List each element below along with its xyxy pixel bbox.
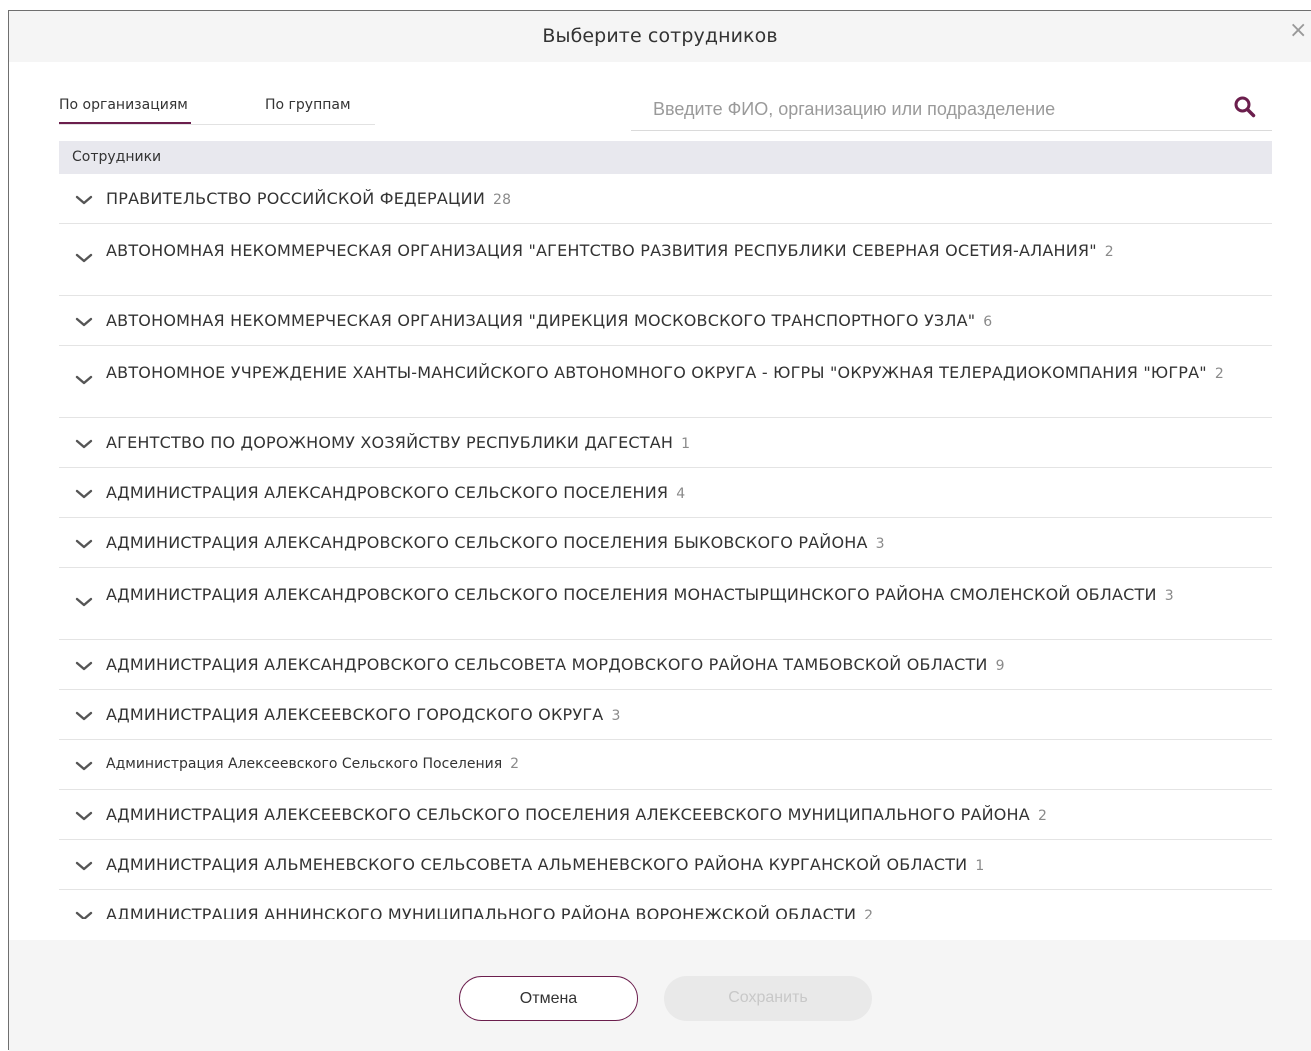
org-list-item[interactable]: АДМИНИСТРАЦИЯ АЛЕКСЕЕВСКОГО СЕЛЬСКОГО ПО… <box>59 790 1272 840</box>
employee-select-dialog: Выберите сотрудников × По организациям П… <box>8 10 1311 1051</box>
chevron-down-icon[interactable] <box>75 253 93 263</box>
org-name: ПРАВИТЕЛЬСТВО РОССИЙСКОЙ ФЕДЕРАЦИИ <box>106 189 486 208</box>
employee-count: 1 <box>975 858 985 874</box>
org-label: АВТОНОМНАЯ НЕКОММЕРЧЕСКАЯ ОРГАНИЗАЦИЯ "А… <box>106 241 1242 262</box>
chevron-down-icon[interactable] <box>75 711 93 721</box>
chevron-down-icon[interactable] <box>75 761 93 771</box>
org-label: ПРАВИТЕЛЬСТВО РОССИЙСКОЙ ФЕДЕРАЦИИ 28 <box>106 189 1242 210</box>
org-label: АВТОНОМНОЕ УЧРЕЖДЕНИЕ ХАНТЫ-МАНСИЙСКОГО … <box>106 363 1242 384</box>
org-name: АДМИНИСТРАЦИЯ АЛЕКСАНДРОВСКОГО СЕЛЬСКОГО… <box>106 533 868 552</box>
chevron-down-icon[interactable] <box>75 489 93 499</box>
chevron-down-icon[interactable] <box>75 861 93 871</box>
organization-list: ПРАВИТЕЛЬСТВО РОССИЙСКОЙ ФЕДЕРАЦИИ 28 АВТ… <box>59 174 1272 919</box>
org-label: АВТОНОМНАЯ НЕКОММЕРЧЕСКАЯ ОРГАНИЗАЦИЯ "Д… <box>106 311 1242 332</box>
tab-by-organizations[interactable]: По организациям <box>59 97 191 124</box>
chevron-down-icon[interactable] <box>75 597 93 607</box>
chevron-down-icon[interactable] <box>75 375 93 385</box>
employee-count: 6 <box>983 314 993 330</box>
org-label: АДМИНИСТРАЦИЯ АЛЕКСАНДРОВСКОГО СЕЛЬСКОГО… <box>106 533 1242 554</box>
org-name: АДМИНИСТРАЦИЯ АЛЕКСЕЕВСКОГО СЕЛЬСКОГО ПО… <box>106 805 1030 824</box>
org-list-item[interactable]: ПРАВИТЕЛЬСТВО РОССИЙСКОЙ ФЕДЕРАЦИИ 28 <box>59 174 1272 224</box>
org-name: АГЕНТСТВО ПО ДОРОЖНОМУ ХОЗЯЙСТВУ РЕСПУБЛ… <box>106 433 674 452</box>
search-box <box>631 89 1272 131</box>
org-name: АДМИНИСТРАЦИЯ АЛЕКСАНДРОВСКОГО СЕЛЬСОВЕТ… <box>106 655 988 674</box>
search-input[interactable] <box>651 95 1215 123</box>
org-list-item[interactable]: АВТОНОМНАЯ НЕКОММЕРЧЕСКАЯ ОРГАНИЗАЦИЯ "Д… <box>59 296 1272 346</box>
employee-count: 2 <box>1037 808 1048 824</box>
org-label: АДМИНИСТРАЦИЯ АЛЬМЕНЕВСКОГО СЕЛЬСОВЕТА А… <box>106 855 1242 876</box>
org-label: АДМИНИСТРАЦИЯ АННИНСКОГО МУНИЦИПАЛЬНОГО … <box>106 905 1242 919</box>
org-label: АДМИНИСТРАЦИЯ АЛЕКСАНДРОВСКОГО СЕЛЬСОВЕТ… <box>106 655 1242 676</box>
org-list-item[interactable]: АДМИНИСТРАЦИЯ АЛЬМЕНЕВСКОГО СЕЛЬСОВЕТА А… <box>59 840 1272 890</box>
chevron-down-icon[interactable] <box>75 195 93 205</box>
org-list-item[interactable]: АГЕНТСТВО ПО ДОРОЖНОМУ ХОЗЯЙСТВУ РЕСПУБЛ… <box>59 418 1272 468</box>
search-icon[interactable] <box>1232 94 1258 120</box>
chevron-down-icon[interactable] <box>75 439 93 449</box>
org-label: Администрация Алексеевского Сельского По… <box>106 755 1242 774</box>
employee-count: 3 <box>611 708 621 724</box>
dialog-footer: Отмена Сохранить <box>9 940 1311 1051</box>
org-name: АВТОНОМНОЕ УЧРЕЖДЕНИЕ ХАНТЫ-МАНСИЙСКОГО … <box>106 363 1207 382</box>
org-label: АДМИНИСТРАЦИЯ АЛЕКСЕЕВСКОГО ГОРОДСКОГО О… <box>106 705 1242 726</box>
org-list-item[interactable]: АДМИНИСТРАЦИЯ АЛЕКСАНДРОВСКОГО СЕЛЬСОВЕТ… <box>59 640 1272 690</box>
org-name: АДМИНИСТРАЦИЯ АЛЕКСЕЕВСКОГО ГОРОДСКОГО О… <box>106 705 604 724</box>
close-icon[interactable]: × <box>1289 20 1307 42</box>
org-label: АДМИНИСТРАЦИЯ АЛЕКСАНДРОВСКОГО СЕЛЬСКОГО… <box>106 585 1242 606</box>
employee-count: 3 <box>875 536 885 552</box>
save-button[interactable]: Сохранить <box>664 976 872 1021</box>
tab-by-groups[interactable]: По группам <box>265 97 351 113</box>
org-list-item[interactable]: АДМИНИСТРАЦИЯ АЛЕКСЕЕВСКОГО ГОРОДСКОГО О… <box>59 690 1272 740</box>
chevron-down-icon[interactable] <box>75 539 93 549</box>
cancel-button[interactable]: Отмена <box>459 976 638 1021</box>
dialog-header: Выберите сотрудников × <box>9 11 1311 62</box>
chevron-down-icon[interactable] <box>75 811 93 821</box>
org-name: АДМИНИСТРАЦИЯ АЛЬМЕНЕВСКОГО СЕЛЬСОВЕТА А… <box>106 855 968 874</box>
tab-bar: По организациям По группам <box>59 91 375 125</box>
employee-count: 1 <box>681 436 691 452</box>
employee-count: 2 <box>864 908 874 919</box>
org-list-item[interactable]: АДМИНИСТРАЦИЯ АЛЕКСАНДРОВСКОГО СЕЛЬСКОГО… <box>59 518 1272 568</box>
org-name: АВТОНОМНАЯ НЕКОММЕРЧЕСКАЯ ОРГАНИЗАЦИЯ "Д… <box>106 311 976 330</box>
org-list-item[interactable]: АВТОНОМНОЕ УЧРЕЖДЕНИЕ ХАНТЫ-МАНСИЙСКОГО … <box>59 346 1272 418</box>
org-name: АДМИНИСТРАЦИЯ АННИНСКОГО МУНИЦИПАЛЬНОГО … <box>106 905 857 919</box>
org-label: АДМИНИСТРАЦИЯ АЛЕКСЕЕВСКОГО СЕЛЬСКОГО ПО… <box>106 805 1242 826</box>
employee-count: 2 <box>1214 366 1224 382</box>
employee-count: 28 <box>493 192 512 208</box>
org-name: АВТОНОМНАЯ НЕКОММЕРЧЕСКАЯ ОРГАНИЗАЦИЯ "А… <box>106 241 1097 260</box>
org-list-item[interactable]: Администрация Алексеевского Сельского По… <box>59 740 1272 790</box>
dialog-title: Выберите сотрудников <box>542 25 778 47</box>
org-name: Администрация Алексеевского Сельского По… <box>106 756 503 772</box>
employee-count: 9 <box>995 658 1005 674</box>
list-header: Сотрудники <box>59 141 1272 174</box>
org-list-item[interactable]: АДМИНИСТРАЦИЯ АЛЕКСАНДРОВСКОГО СЕЛЬСКОГО… <box>59 568 1272 640</box>
org-list-item[interactable]: АДМИНИСТРАЦИЯ АЛЕКСАНДРОВСКОГО СЕЛЬСКОГО… <box>59 468 1272 518</box>
org-label: АГЕНТСТВО ПО ДОРОЖНОМУ ХОЗЯЙСТВУ РЕСПУБЛ… <box>106 433 1242 454</box>
org-list-item[interactable]: АВТОНОМНАЯ НЕКОММЕРЧЕСКАЯ ОРГАНИЗАЦИЯ "А… <box>59 224 1272 296</box>
employee-count: 2 <box>1104 244 1114 260</box>
org-list-item[interactable]: АДМИНИСТРАЦИЯ АННИНСКОГО МУНИЦИПАЛЬНОГО … <box>59 890 1272 919</box>
employee-count: 4 <box>676 486 686 502</box>
employee-count: 3 <box>1164 588 1174 604</box>
chevron-down-icon[interactable] <box>75 911 93 919</box>
org-name: АДМИНИСТРАЦИЯ АЛЕКСАНДРОВСКОГО СЕЛЬСКОГО… <box>106 483 669 502</box>
employee-count: 2 <box>510 756 520 772</box>
org-label: АДМИНИСТРАЦИЯ АЛЕКСАНДРОВСКОГО СЕЛЬСКОГО… <box>106 483 1242 504</box>
chevron-down-icon[interactable] <box>75 317 93 327</box>
org-name: АДМИНИСТРАЦИЯ АЛЕКСАНДРОВСКОГО СЕЛЬСКОГО… <box>106 585 1157 604</box>
chevron-down-icon[interactable] <box>75 661 93 671</box>
